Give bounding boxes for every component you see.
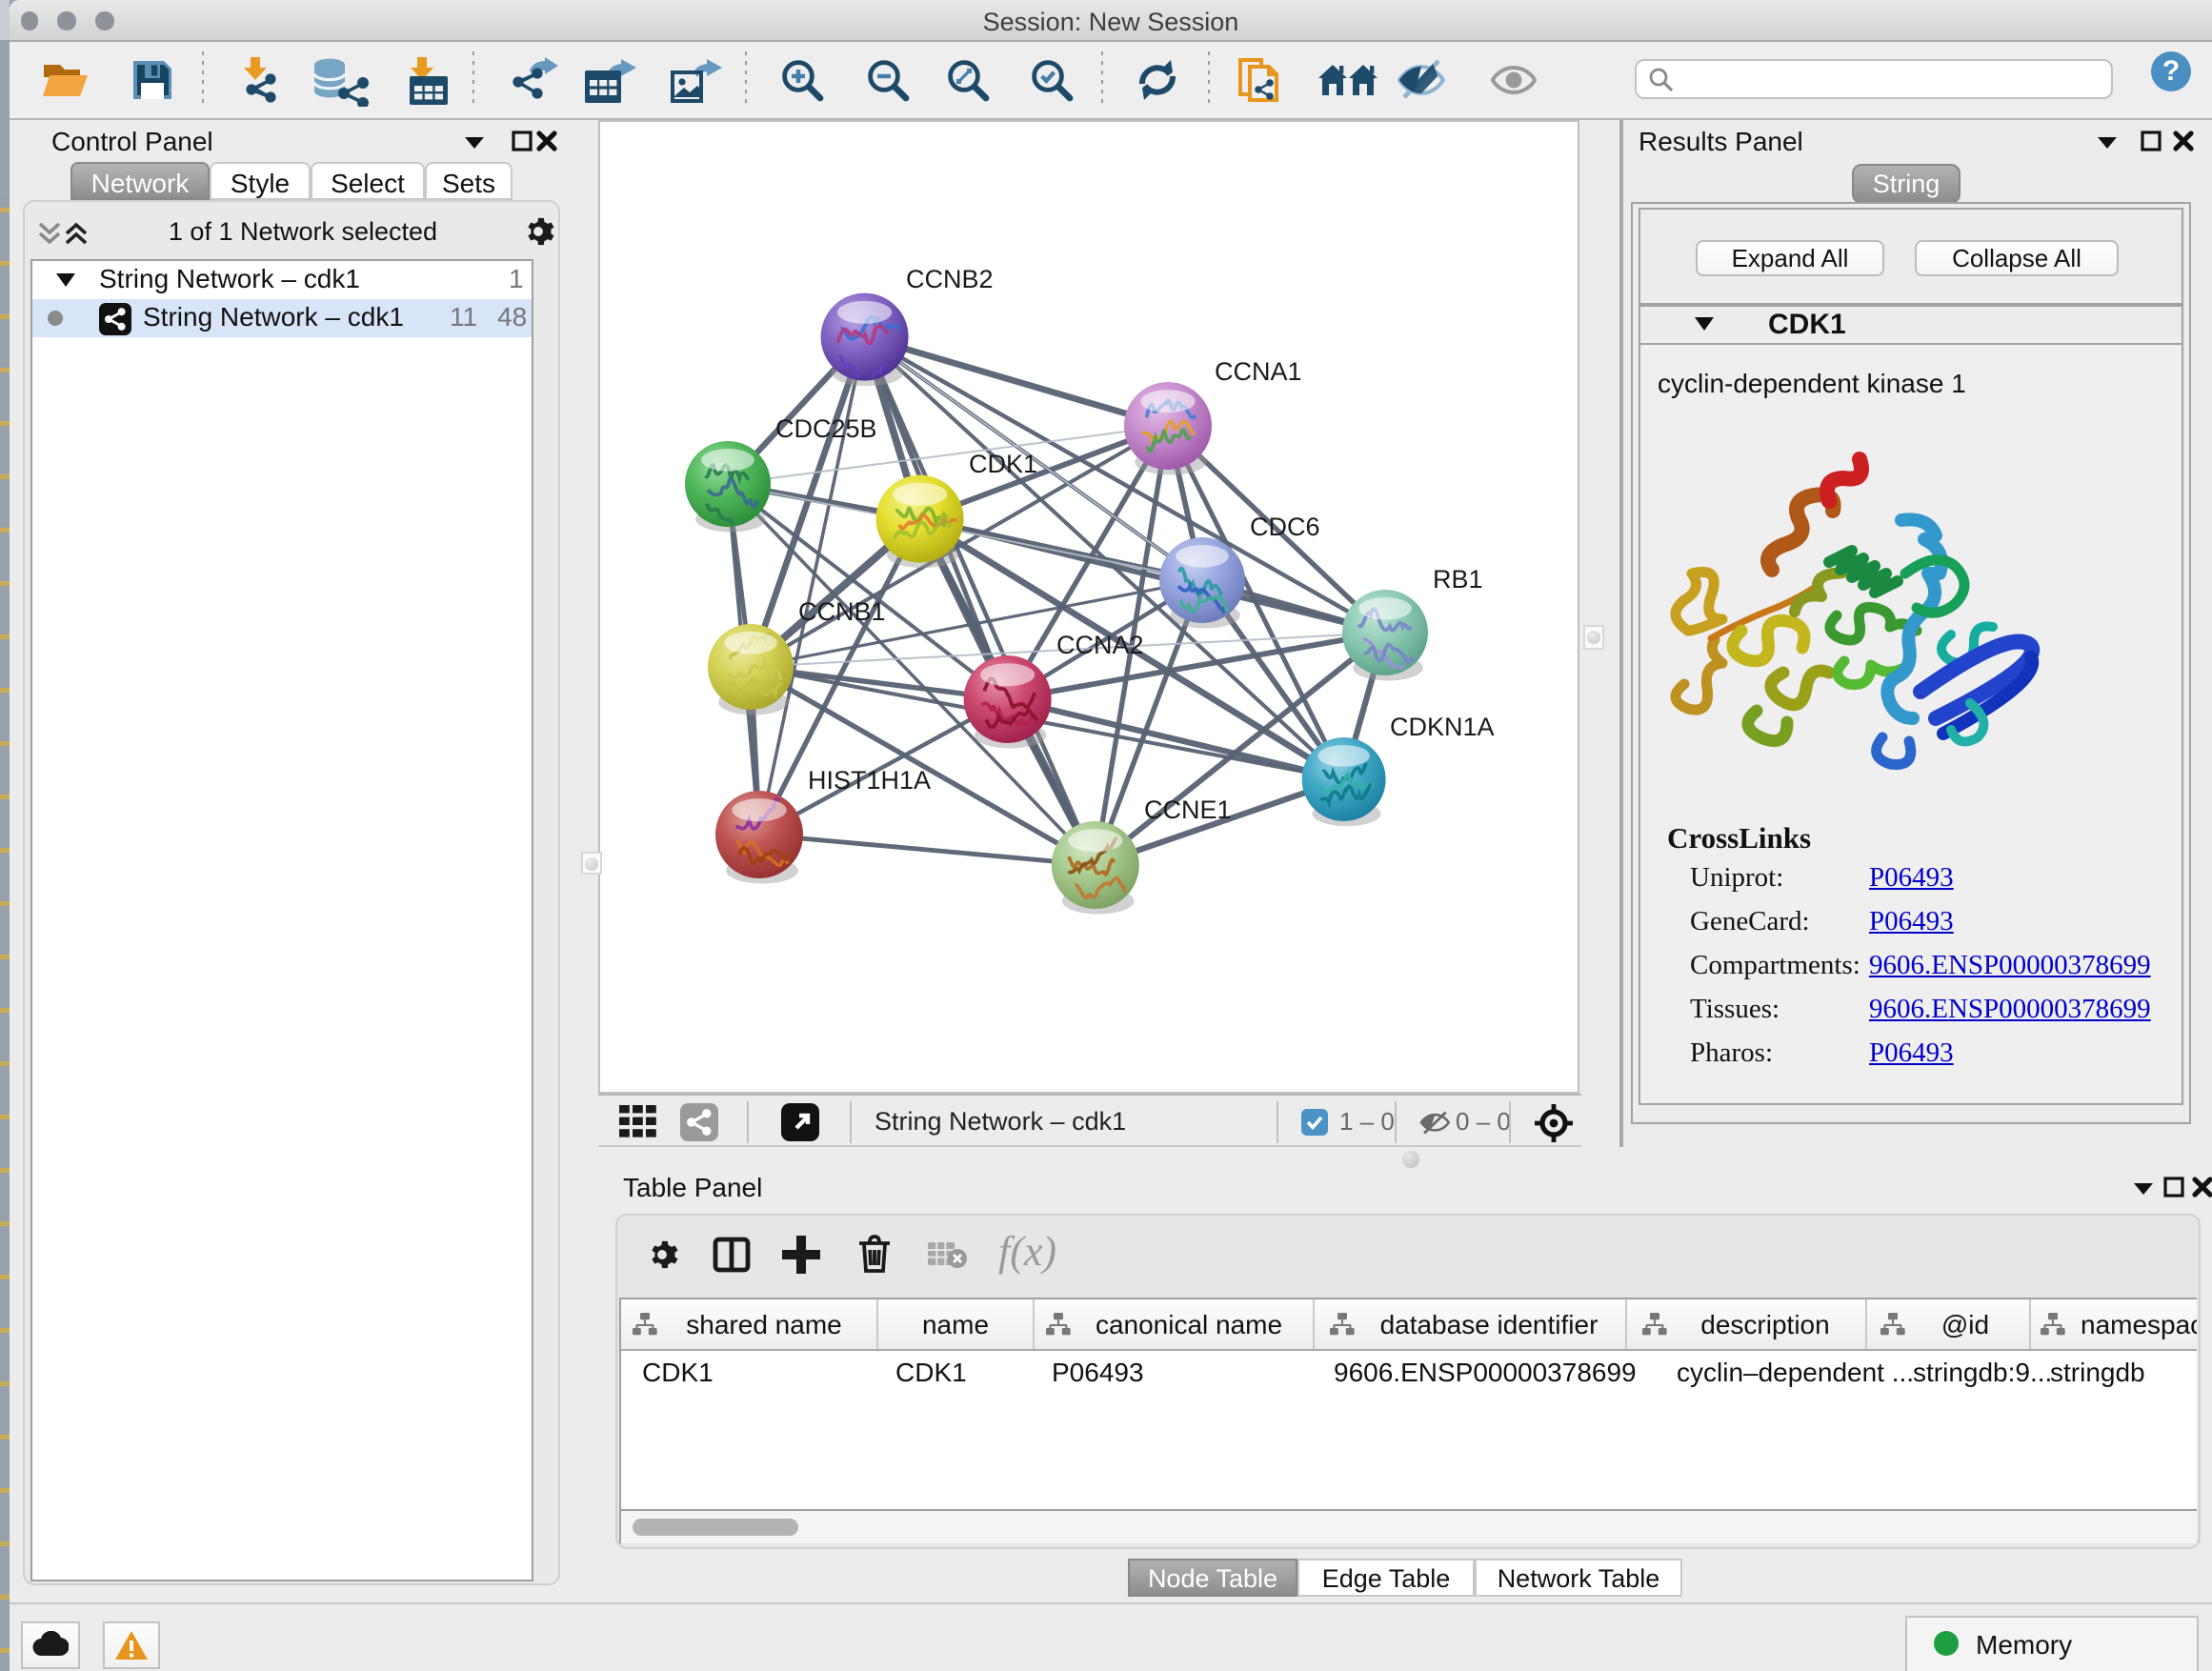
svg-text:CDKN1A: CDKN1A	[1390, 713, 1495, 741]
svg-text:CCNA2: CCNA2	[1056, 631, 1144, 659]
svg-text:HIST1H1A: HIST1H1A	[808, 766, 931, 795]
svg-text:CDK1: CDK1	[969, 450, 1037, 478]
svg-text:CCNB2: CCNB2	[906, 265, 994, 293]
svg-text:CCNE1: CCNE1	[1144, 795, 1232, 824]
svg-text:CCNA1: CCNA1	[1215, 357, 1302, 386]
svg-text:RB1: RB1	[1433, 565, 1483, 594]
svg-text:CDC6: CDC6	[1250, 513, 1320, 541]
svg-text:CCNB1: CCNB1	[798, 597, 886, 626]
svg-text:CDC25B: CDC25B	[775, 414, 877, 443]
